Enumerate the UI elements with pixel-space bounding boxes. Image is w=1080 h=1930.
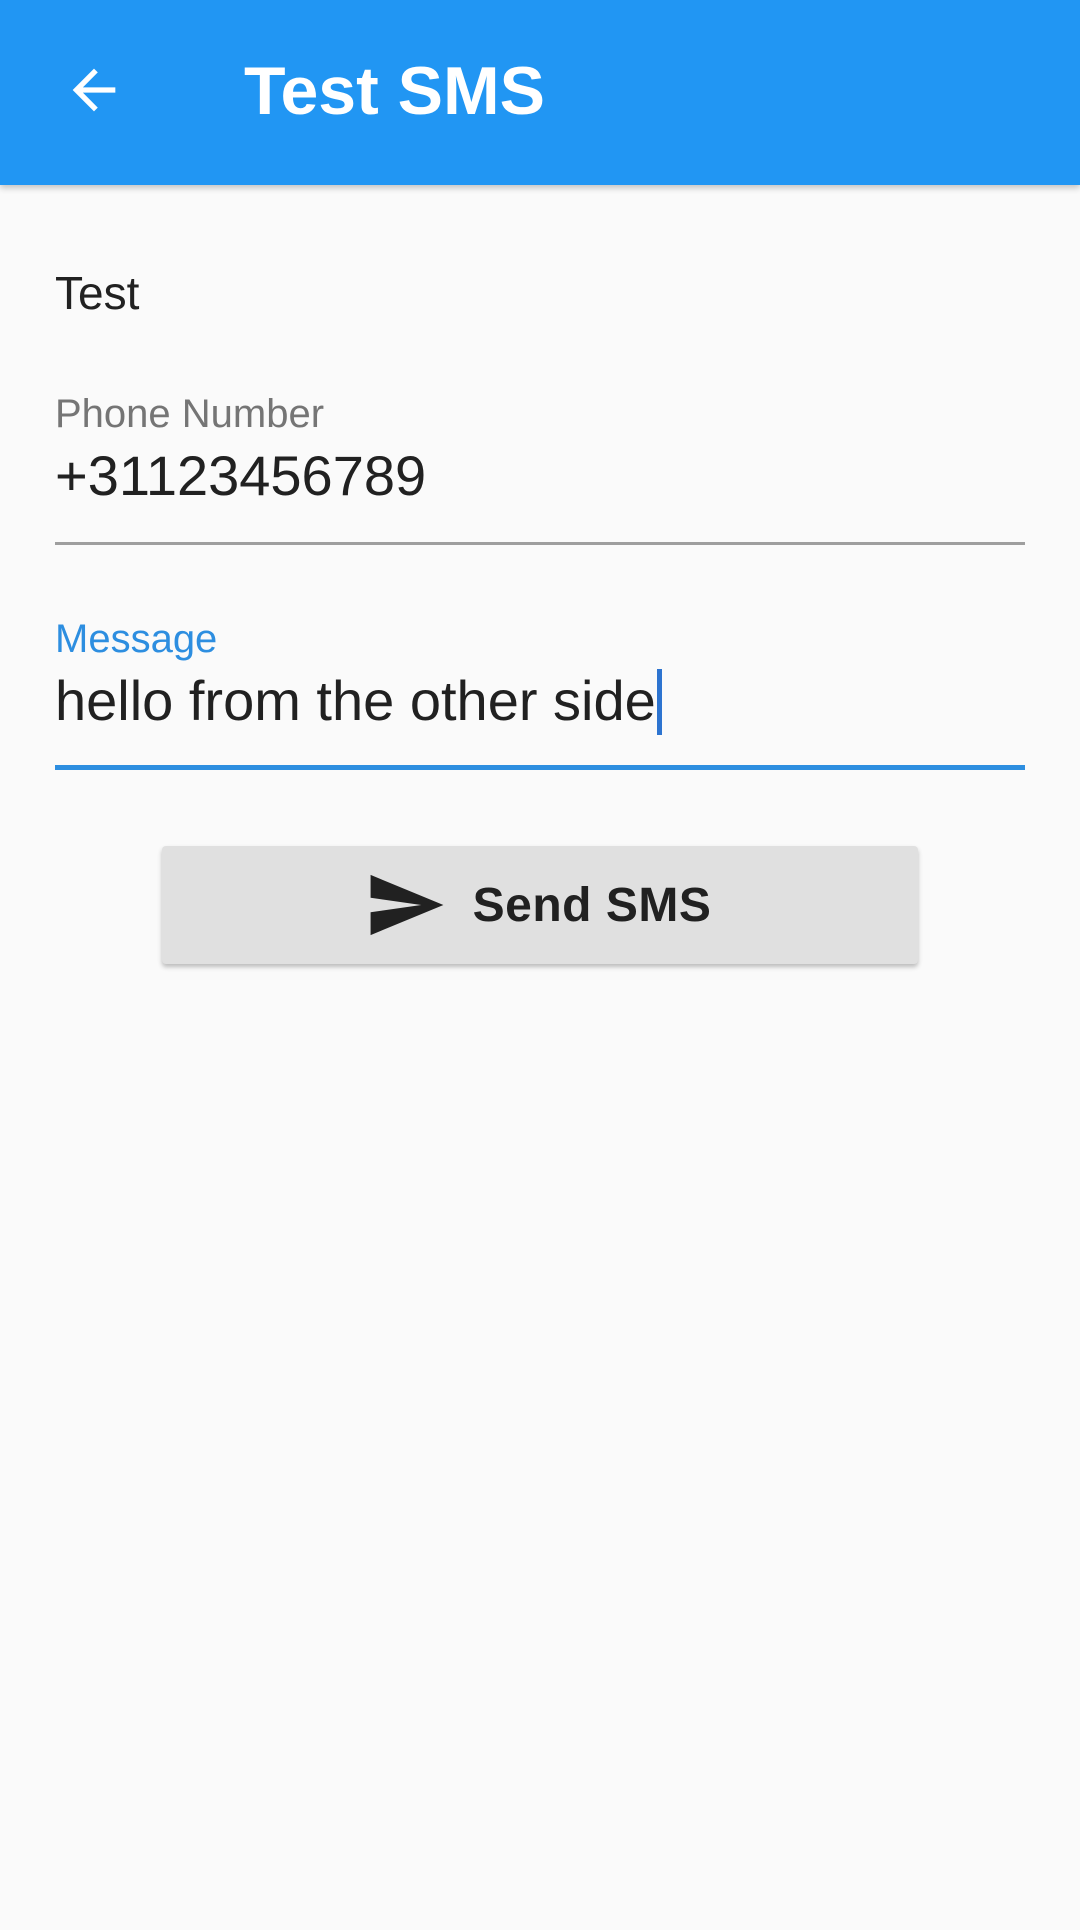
main-content: Test Phone Number Message hello from the… [0, 185, 1080, 1930]
phone-number-underline [55, 542, 1025, 545]
message-underline-focused [55, 765, 1025, 770]
intro-text: Test [55, 267, 140, 319]
phone-number-input[interactable] [55, 442, 1025, 510]
send-icon [369, 873, 445, 937]
phone-number-field: Phone Number [55, 390, 1025, 545]
send-sms-label: Send SMS [472, 878, 712, 932]
message-input-text: hello from the other side [55, 669, 656, 732]
arrow-left-icon [62, 58, 126, 127]
text-cursor [656, 669, 662, 735]
message-input[interactable]: hello from the other side [55, 667, 1025, 735]
send-sms-button[interactable]: Send SMS [162, 846, 918, 964]
phone-number-label: Phone Number [55, 392, 325, 436]
app-bar: Test SMS [0, 0, 1080, 185]
message-field: Message hello from the other side [55, 615, 1025, 770]
back-button[interactable] [40, 38, 148, 146]
page-title: Test SMS [244, 53, 546, 129]
message-label: Message [55, 617, 218, 661]
